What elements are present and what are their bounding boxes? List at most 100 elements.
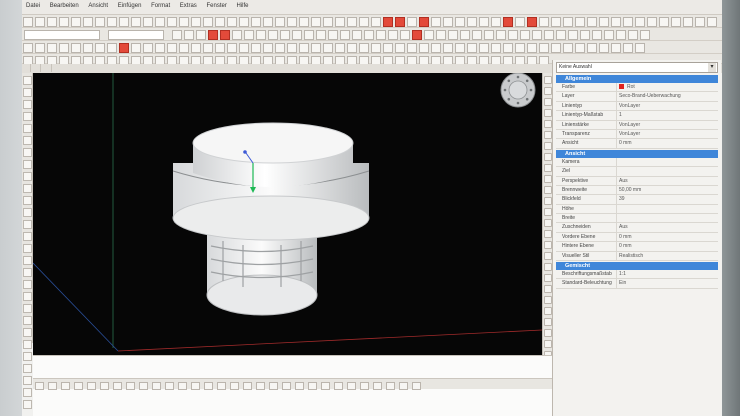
toolbar-button[interactable] [443,17,453,27]
toolbar-button[interactable] [227,17,237,27]
toolbar-button[interactable] [503,43,513,53]
toolbar-button[interactable] [544,274,552,282]
toolbar-button[interactable] [23,376,32,385]
toolbar-button[interactable] [74,382,83,390]
property-row[interactable]: Ansicht 0 mm [556,139,718,149]
toolbar-button[interactable] [615,30,626,40]
toolbar-button[interactable] [100,382,109,390]
toolbar-button[interactable] [311,17,321,27]
toolbar-button[interactable] [363,30,374,40]
toolbar-button[interactable] [447,30,458,40]
toolbar-button[interactable] [491,17,501,27]
toolbar-button[interactable] [335,43,345,53]
property-value[interactable]: Aus [616,176,718,185]
toolbar-button[interactable] [155,17,165,27]
toolbar-button[interactable] [23,160,32,169]
toolbar-button[interactable] [83,43,93,53]
toolbar-button[interactable] [527,17,537,27]
toolbar-button[interactable] [113,382,122,390]
toolbar-button[interactable] [544,164,552,172]
toolbar-button[interactable] [495,30,506,40]
toolbar-button[interactable] [23,304,32,313]
menu-view[interactable]: Ansicht [84,0,112,9]
toolbar-button[interactable] [59,43,69,53]
toolbar-button[interactable] [471,30,482,40]
toolbar-button[interactable] [707,17,717,27]
menu-edit[interactable]: Bearbeiten [46,0,83,9]
toolbar-button[interactable] [263,43,273,53]
toolbar-button[interactable] [303,30,314,40]
toolbar-button[interactable] [23,100,32,109]
toolbar-button[interactable] [315,30,326,40]
toolbar-button[interactable] [23,280,32,289]
toolbar-button[interactable] [412,382,421,390]
property-value[interactable]: 0 mm [616,139,718,148]
toolbar-button[interactable] [544,153,552,161]
toolbar-button[interactable] [167,43,177,53]
tab-drawing-1[interactable]: ​ [22,64,31,72]
toolbar-button[interactable] [295,382,304,390]
toolbar-button[interactable] [671,17,681,27]
property-row[interactable]: Transparenz VonLayer [556,129,718,140]
toolbar-button[interactable] [204,382,213,390]
toolbar-button[interactable] [575,17,585,27]
toolbar-button[interactable] [126,382,135,390]
toolbar-button[interactable] [519,30,530,40]
toolbar-button[interactable] [407,43,417,53]
toolbar-button[interactable] [215,17,225,27]
toolbar-button[interactable] [544,263,552,271]
toolbar-button[interactable] [383,17,393,27]
toolbar-button[interactable] [551,17,561,27]
toolbar-button[interactable] [599,17,609,27]
property-row[interactable]: Ziel [556,167,718,177]
toolbar-button[interactable] [23,256,32,265]
toolbar-button[interactable] [256,382,265,390]
toolbar-button[interactable] [287,17,297,27]
property-row[interactable]: Brennweite 50,00 mm [556,185,718,196]
toolbar-button[interactable] [360,382,369,390]
toolbar-button[interactable] [165,382,174,390]
toolbar-button[interactable] [551,43,561,53]
toolbar-button[interactable] [179,17,189,27]
property-value[interactable]: 50,00 mm [616,185,718,195]
toolbar-button[interactable] [483,30,494,40]
toolbar-button[interactable] [243,382,252,390]
toolbar-button[interactable] [47,17,57,27]
toolbar-button[interactable] [544,307,552,315]
toolbar-button[interactable] [269,382,278,390]
toolbar-button[interactable] [23,148,32,157]
toolbar-button[interactable] [635,17,645,27]
toolbar-button[interactable] [251,43,261,53]
toolbar-button[interactable] [35,43,45,53]
toolbar-button[interactable] [178,382,187,390]
property-row[interactable]: Visueller Stil Realistisch [556,251,718,262]
toolbar-button[interactable] [143,43,153,53]
toolbar-button[interactable] [544,87,552,95]
toolbar-button[interactable] [579,30,590,40]
toolbar-button[interactable] [575,43,585,53]
toolbar-button[interactable] [139,382,148,390]
property-value[interactable]: VonLayer [616,120,718,129]
toolbar-button[interactable] [383,43,393,53]
toolbar-button[interactable] [459,30,470,40]
property-value[interactable] [616,167,718,176]
toolbar-button[interactable] [119,43,129,53]
property-row[interactable]: Kamera [556,157,718,168]
property-value[interactable]: Realistisch [616,251,718,261]
tab-drawing-2[interactable]: ​ [32,64,42,72]
toolbar-button[interactable] [347,43,357,53]
toolbar-button[interactable] [544,285,552,293]
toolbar-button[interactable] [191,43,201,53]
toolbar-button[interactable] [243,30,254,40]
toolbar-button[interactable] [639,30,650,40]
property-row[interactable]: Vordere Ebene 0 mm [556,232,718,243]
toolbar-button[interactable] [431,43,441,53]
toolbar-button[interactable] [282,382,291,390]
toolbar-button[interactable] [599,43,609,53]
toolbar-button[interactable] [23,352,32,361]
toolbar-button[interactable] [131,43,141,53]
toolbar-button[interactable] [48,382,57,390]
property-value[interactable]: 0 mm [616,232,718,242]
toolbar-button[interactable] [395,43,405,53]
toolbar-button[interactable] [23,388,32,397]
